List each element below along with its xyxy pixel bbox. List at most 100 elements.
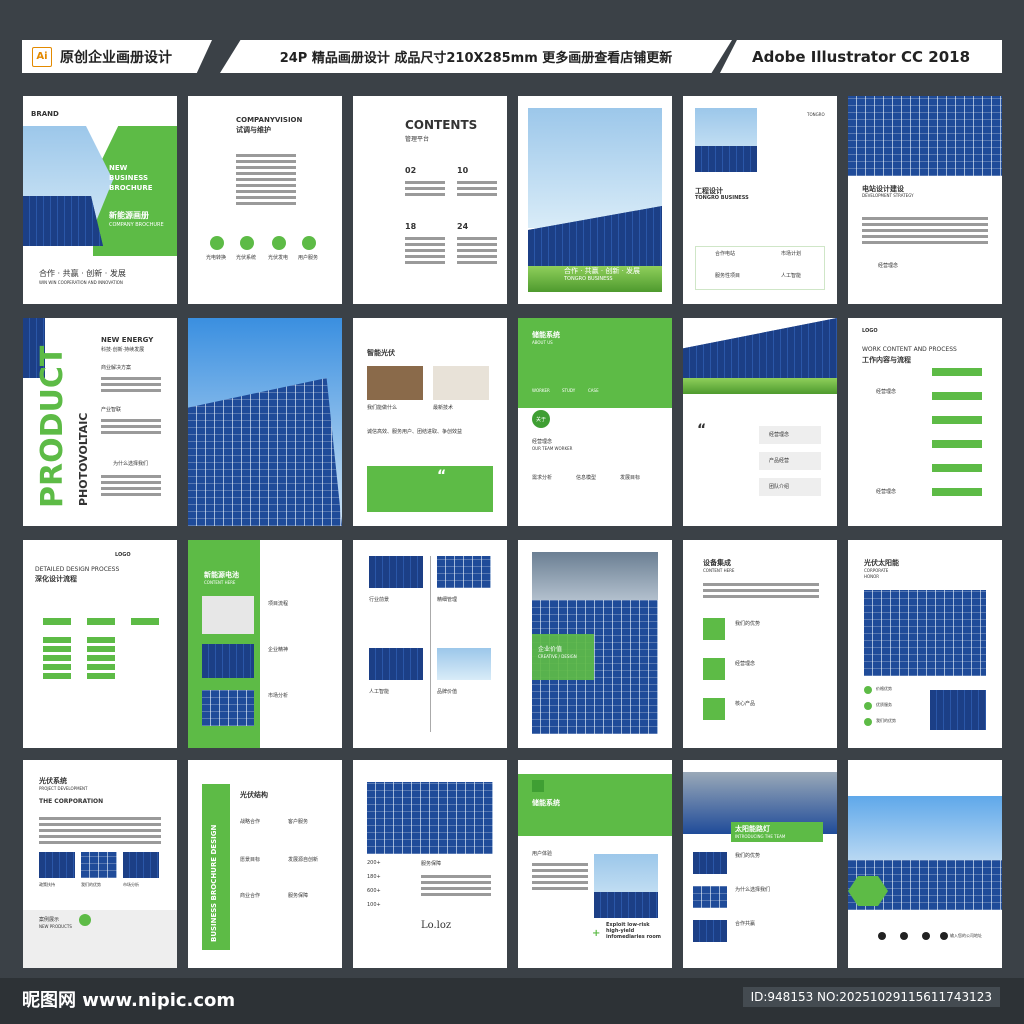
cover-title-1: NEW xyxy=(109,164,128,172)
p12-l1: 经营理念 xyxy=(876,389,897,395)
p13-cn: 深化设计流程 xyxy=(35,575,77,583)
p10-sub: ABOUT US xyxy=(532,340,553,345)
p20-item-2: 客户服务 xyxy=(288,819,309,825)
p5-item-1: 合作电站 xyxy=(715,251,736,257)
p10-l1: 经营理念 xyxy=(532,439,553,445)
p2-icon-label-1: 光电转换 xyxy=(206,255,227,261)
contents-num-4: 24 xyxy=(457,222,469,231)
page-10: 储能系统 ABOUT US WORKER STUDY CASE 关于 经营理念 … xyxy=(518,318,672,526)
page-15: 行业前景 精细管理 人工智能 品牌价值 xyxy=(353,540,507,748)
page-8-solar-photo xyxy=(188,318,342,526)
p17-item-2: 经营理念 xyxy=(735,661,756,667)
p14-item-1: 项目流程 xyxy=(268,601,289,607)
p7-sub: 科技·创新·持续发展 xyxy=(101,347,145,353)
p19-case-en: NEW PRODUCTS xyxy=(39,924,72,929)
p5-brand: TONGRO xyxy=(807,112,825,117)
p23-cn: 太阳能路灯 xyxy=(735,825,770,833)
page-20: BUSINESS BROCHURE DESIGN 光伏结构 战略合作 客户服务 … xyxy=(188,760,342,968)
p6-label: 经营理念 xyxy=(878,263,899,269)
brand-logo: BRAND xyxy=(31,110,59,118)
p19-en: PROJECT DEVELOPMENT xyxy=(39,786,88,791)
p2-title-en: COMPANYVISION xyxy=(236,116,303,124)
p10-title: 储能系统 xyxy=(532,331,560,339)
header-bar: Ai 原创企业画册设计 24P 精品画册设计 成品尺寸210X285mm 更多画… xyxy=(22,40,1002,73)
p18-item-3: 我们的优势 xyxy=(876,718,896,723)
p15-c1: 行业前景 xyxy=(369,597,390,603)
image-id-label: ID:948153 NO:20251029115611743123 xyxy=(742,987,1000,1007)
cover-slogan-en: WIN WIN COOPERATION AND INNOVATION xyxy=(39,280,123,285)
p16-cn: 企业价值 xyxy=(538,646,563,653)
site-logo[interactable]: 昵图网 www.nipic.com xyxy=(22,986,235,1012)
cover-title-3: BROCHURE xyxy=(109,184,153,192)
page-5: TONGRO 工程设计 TONGRO BUSINESS 合作电站 市场计划 服务… xyxy=(683,96,837,304)
p11-quote: “ xyxy=(697,422,707,438)
p9-bar: 诚信高效、服务用户、团结进取、争创效益 xyxy=(367,429,463,435)
header-left-title: 原创企业画册设计 xyxy=(60,49,172,66)
p10-col-2: 信息模型 xyxy=(576,475,597,481)
p11-item-3: 团队介绍 xyxy=(769,484,790,490)
p19-cn: 光伏系统 xyxy=(39,777,67,785)
contents-num-1: 02 xyxy=(405,166,417,175)
p21-signature: Lo.loz xyxy=(421,920,452,931)
p2-title-cn: 试调与维护 xyxy=(236,126,271,134)
p18-cn: 光伏太阳能 xyxy=(864,559,899,567)
cover-title-2: BUSINESS xyxy=(109,174,149,182)
p9-c2: 最新技术 xyxy=(433,405,454,411)
contents-sub: 管理平台 xyxy=(405,136,430,143)
p22-eng: Exploit low-risk high-yield infomediarie… xyxy=(606,922,661,940)
p23-item-1: 我们的优势 xyxy=(735,853,761,859)
p24-address: 输入您的公司地址 xyxy=(950,933,982,938)
illustrator-icon: Ai xyxy=(32,46,52,67)
p18-en1: CORPORATE xyxy=(864,568,889,573)
p4-sub: TONGRO BUSINESS xyxy=(564,276,613,282)
p16-en: CREATIVE / DESIGN xyxy=(538,654,577,659)
page-18: 光伏太阳能 CORPORATE HONOR 价格优势 优质服务 我们的优势 xyxy=(848,540,1002,748)
p5-item-4: 人工智能 xyxy=(781,273,802,279)
p19-en2: THE CORPORATION xyxy=(39,798,104,805)
p23-item-2: 为什么选择我们 xyxy=(735,887,771,893)
p23-item-3: 合作共赢 xyxy=(735,921,756,927)
contents-num-2: 10 xyxy=(457,166,469,175)
p11-item-1: 经营理念 xyxy=(769,432,790,438)
contents-num-3: 18 xyxy=(405,222,417,231)
p15-c4: 品牌价值 xyxy=(437,689,458,695)
p12-en: WORK CONTENT AND PROCESS xyxy=(862,346,957,353)
page-21: 200+ 180+ 600+ 100+ 服务保障 Lo.loz xyxy=(353,760,507,968)
p2-icon-label-3: 光伏发电 xyxy=(268,255,289,261)
p20-item-4: 发展源自创新 xyxy=(288,857,319,863)
p20-item-6: 服务保障 xyxy=(288,893,309,899)
p21-num-2: 180+ xyxy=(367,874,381,880)
p21-num-4: 100+ xyxy=(367,902,381,908)
p22-cn: 储能系统 xyxy=(532,799,560,807)
page-6: 电站设计建设 DEVELOPMENT STRATEGY 经营理念 xyxy=(848,96,1002,304)
p20-title: 光伏结构 xyxy=(240,791,268,799)
p6-en: DEVELOPMENT STRATEGY xyxy=(862,193,914,198)
p17-cn: 设备集成 xyxy=(703,559,731,567)
p18-item-2: 优质服务 xyxy=(876,702,892,707)
p14-item-2: 企业精神 xyxy=(268,647,289,653)
p2-icon-label-4: 用户服务 xyxy=(298,255,319,261)
cover-cn: 新能源画册 xyxy=(109,211,149,220)
p18-item-1: 价格优势 xyxy=(876,686,892,691)
header-right: Adobe Illustrator CC 2018 xyxy=(720,40,1002,73)
page-14: 新能源电池 CONTENT HERE 项目流程 企业精神 市场分析 xyxy=(188,540,342,748)
p7-vertical-product: PRODUCT xyxy=(35,345,70,508)
page-13: LOGO DETAILED DESIGN PROCESS 深化设计流程 xyxy=(23,540,177,748)
p19-case: 案例展示 xyxy=(39,917,60,923)
p15-c3: 人工智能 xyxy=(369,689,390,695)
p14-cn: 新能源电池 xyxy=(204,571,239,579)
p17-item-3: 核心产品 xyxy=(735,701,756,707)
p10-l1en: OUR TEAM WORKER xyxy=(532,446,573,451)
p22-plus-icon: + xyxy=(592,928,601,939)
p20-item-1: 战略合作 xyxy=(240,819,261,825)
p10-tab-1: WORKER xyxy=(532,388,550,393)
p19-cap-2: 我们的优势 xyxy=(81,882,101,887)
p10-tab-3: CASE xyxy=(588,388,599,393)
page-2: COMPANYVISION 试调与维护 光电转换 光伏系统 光伏发电 用户服务 xyxy=(188,96,342,304)
p12-logo: LOGO xyxy=(862,328,878,334)
p7-l3: 为什么选择我们 xyxy=(113,461,149,467)
p11-item-2: 产品经营 xyxy=(769,458,790,464)
p13-en: DETAILED DESIGN PROCESS xyxy=(35,566,120,573)
p9-c1: 我们能做什么 xyxy=(367,405,398,411)
p18-en2: HONOR xyxy=(864,574,880,579)
